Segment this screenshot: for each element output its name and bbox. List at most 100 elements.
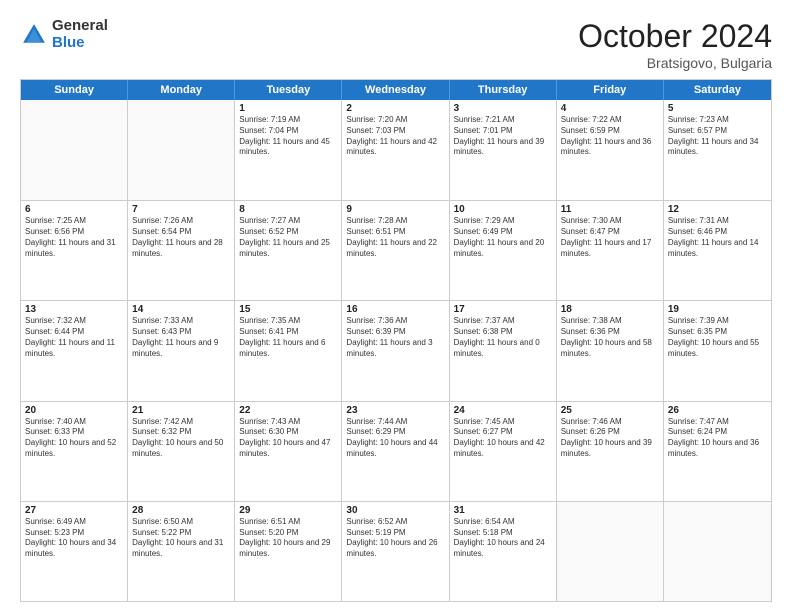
cell-info-r1-c4: Sunrise: 7:29 AM Sunset: 6:49 PM Dayligh…	[454, 216, 552, 259]
month-title: October 2024	[578, 18, 772, 55]
cal-cell-r1-c5: 11Sunrise: 7:30 AM Sunset: 6:47 PM Dayli…	[557, 201, 664, 300]
cell-info-r1-c6: Sunrise: 7:31 AM Sunset: 6:46 PM Dayligh…	[668, 216, 767, 259]
cell-info-r4-c4: Sunrise: 6:54 AM Sunset: 5:18 PM Dayligh…	[454, 517, 552, 560]
day-num-r0-c2: 1	[239, 103, 337, 114]
day-num-r1-c6: 12	[668, 204, 767, 215]
day-num-r4-c1: 28	[132, 505, 230, 516]
cal-cell-r4-c6	[664, 502, 771, 601]
day-num-r2-c1: 14	[132, 304, 230, 315]
title-block: October 2024 Bratsigovo, Bulgaria	[578, 18, 772, 71]
calendar: Sunday Monday Tuesday Wednesday Thursday…	[20, 79, 772, 602]
cell-info-r4-c3: Sunrise: 6:52 AM Sunset: 5:19 PM Dayligh…	[346, 517, 444, 560]
cal-cell-r4-c4: 31Sunrise: 6:54 AM Sunset: 5:18 PM Dayli…	[450, 502, 557, 601]
day-num-r4-c2: 29	[239, 505, 337, 516]
weekday-tuesday: Tuesday	[235, 80, 342, 100]
cell-info-r0-c2: Sunrise: 7:19 AM Sunset: 7:04 PM Dayligh…	[239, 115, 337, 158]
cell-info-r3-c0: Sunrise: 7:40 AM Sunset: 6:33 PM Dayligh…	[25, 417, 123, 460]
cell-info-r3-c3: Sunrise: 7:44 AM Sunset: 6:29 PM Dayligh…	[346, 417, 444, 460]
cal-cell-r2-c3: 16Sunrise: 7:36 AM Sunset: 6:39 PM Dayli…	[342, 301, 449, 400]
day-num-r0-c5: 4	[561, 103, 659, 114]
cell-info-r1-c3: Sunrise: 7:28 AM Sunset: 6:51 PM Dayligh…	[346, 216, 444, 259]
cal-row-4: 27Sunrise: 6:49 AM Sunset: 5:23 PM Dayli…	[21, 501, 771, 601]
cal-cell-r4-c1: 28Sunrise: 6:50 AM Sunset: 5:22 PM Dayli…	[128, 502, 235, 601]
day-num-r2-c4: 17	[454, 304, 552, 315]
cal-cell-r0-c4: 3Sunrise: 7:21 AM Sunset: 7:01 PM Daylig…	[450, 100, 557, 200]
logo-text: General Blue	[52, 18, 108, 51]
cal-cell-r3-c6: 26Sunrise: 7:47 AM Sunset: 6:24 PM Dayli…	[664, 402, 771, 501]
cell-info-r3-c2: Sunrise: 7:43 AM Sunset: 6:30 PM Dayligh…	[239, 417, 337, 460]
day-num-r1-c0: 6	[25, 204, 123, 215]
cal-cell-r0-c6: 5Sunrise: 7:23 AM Sunset: 6:57 PM Daylig…	[664, 100, 771, 200]
cal-cell-r4-c3: 30Sunrise: 6:52 AM Sunset: 5:19 PM Dayli…	[342, 502, 449, 601]
weekday-friday: Friday	[557, 80, 664, 100]
weekday-sunday: Sunday	[21, 80, 128, 100]
cal-cell-r1-c3: 9Sunrise: 7:28 AM Sunset: 6:51 PM Daylig…	[342, 201, 449, 300]
cal-cell-r4-c2: 29Sunrise: 6:51 AM Sunset: 5:20 PM Dayli…	[235, 502, 342, 601]
day-num-r4-c4: 31	[454, 505, 552, 516]
cal-cell-r0-c1	[128, 100, 235, 200]
logo-general: General	[52, 17, 108, 34]
cal-cell-r2-c0: 13Sunrise: 7:32 AM Sunset: 6:44 PM Dayli…	[21, 301, 128, 400]
cal-cell-r2-c2: 15Sunrise: 7:35 AM Sunset: 6:41 PM Dayli…	[235, 301, 342, 400]
cell-info-r1-c2: Sunrise: 7:27 AM Sunset: 6:52 PM Dayligh…	[239, 216, 337, 259]
cell-info-r2-c4: Sunrise: 7:37 AM Sunset: 6:38 PM Dayligh…	[454, 316, 552, 359]
cal-cell-r3-c0: 20Sunrise: 7:40 AM Sunset: 6:33 PM Dayli…	[21, 402, 128, 501]
cell-info-r2-c5: Sunrise: 7:38 AM Sunset: 6:36 PM Dayligh…	[561, 316, 659, 359]
day-num-r0-c4: 3	[454, 103, 552, 114]
cell-info-r0-c4: Sunrise: 7:21 AM Sunset: 7:01 PM Dayligh…	[454, 115, 552, 158]
calendar-body: 1Sunrise: 7:19 AM Sunset: 7:04 PM Daylig…	[21, 100, 771, 601]
cal-cell-r1-c0: 6Sunrise: 7:25 AM Sunset: 6:56 PM Daylig…	[21, 201, 128, 300]
cell-info-r1-c1: Sunrise: 7:26 AM Sunset: 6:54 PM Dayligh…	[132, 216, 230, 259]
day-num-r4-c0: 27	[25, 505, 123, 516]
cal-cell-r4-c0: 27Sunrise: 6:49 AM Sunset: 5:23 PM Dayli…	[21, 502, 128, 601]
calendar-header: Sunday Monday Tuesday Wednesday Thursday…	[21, 80, 771, 100]
day-num-r3-c6: 26	[668, 405, 767, 416]
cell-info-r1-c5: Sunrise: 7:30 AM Sunset: 6:47 PM Dayligh…	[561, 216, 659, 259]
cell-info-r4-c1: Sunrise: 6:50 AM Sunset: 5:22 PM Dayligh…	[132, 517, 230, 560]
day-num-r2-c2: 15	[239, 304, 337, 315]
day-num-r2-c0: 13	[25, 304, 123, 315]
day-num-r3-c4: 24	[454, 405, 552, 416]
cal-cell-r2-c5: 18Sunrise: 7:38 AM Sunset: 6:36 PM Dayli…	[557, 301, 664, 400]
day-num-r3-c2: 22	[239, 405, 337, 416]
cell-info-r0-c5: Sunrise: 7:22 AM Sunset: 6:59 PM Dayligh…	[561, 115, 659, 158]
cell-info-r3-c6: Sunrise: 7:47 AM Sunset: 6:24 PM Dayligh…	[668, 417, 767, 460]
cal-cell-r0-c3: 2Sunrise: 7:20 AM Sunset: 7:03 PM Daylig…	[342, 100, 449, 200]
day-num-r3-c0: 20	[25, 405, 123, 416]
cal-cell-r3-c2: 22Sunrise: 7:43 AM Sunset: 6:30 PM Dayli…	[235, 402, 342, 501]
cal-cell-r0-c2: 1Sunrise: 7:19 AM Sunset: 7:04 PM Daylig…	[235, 100, 342, 200]
day-num-r0-c6: 5	[668, 103, 767, 114]
cell-info-r1-c0: Sunrise: 7:25 AM Sunset: 6:56 PM Dayligh…	[25, 216, 123, 259]
cell-info-r2-c0: Sunrise: 7:32 AM Sunset: 6:44 PM Dayligh…	[25, 316, 123, 359]
day-num-r2-c6: 19	[668, 304, 767, 315]
cal-cell-r3-c5: 25Sunrise: 7:46 AM Sunset: 6:26 PM Dayli…	[557, 402, 664, 501]
logo: General Blue	[20, 18, 108, 51]
cal-cell-r1-c6: 12Sunrise: 7:31 AM Sunset: 6:46 PM Dayli…	[664, 201, 771, 300]
cal-cell-r0-c5: 4Sunrise: 7:22 AM Sunset: 6:59 PM Daylig…	[557, 100, 664, 200]
day-num-r3-c3: 23	[346, 405, 444, 416]
day-num-r1-c2: 8	[239, 204, 337, 215]
logo-blue: Blue	[52, 34, 85, 51]
cal-cell-r1-c4: 10Sunrise: 7:29 AM Sunset: 6:49 PM Dayli…	[450, 201, 557, 300]
cal-cell-r2-c4: 17Sunrise: 7:37 AM Sunset: 6:38 PM Dayli…	[450, 301, 557, 400]
cal-row-0: 1Sunrise: 7:19 AM Sunset: 7:04 PM Daylig…	[21, 100, 771, 200]
cal-row-1: 6Sunrise: 7:25 AM Sunset: 6:56 PM Daylig…	[21, 200, 771, 300]
cal-cell-r1-c2: 8Sunrise: 7:27 AM Sunset: 6:52 PM Daylig…	[235, 201, 342, 300]
cell-info-r2-c2: Sunrise: 7:35 AM Sunset: 6:41 PM Dayligh…	[239, 316, 337, 359]
cell-info-r3-c5: Sunrise: 7:46 AM Sunset: 6:26 PM Dayligh…	[561, 417, 659, 460]
cell-info-r4-c2: Sunrise: 6:51 AM Sunset: 5:20 PM Dayligh…	[239, 517, 337, 560]
cell-info-r3-c1: Sunrise: 7:42 AM Sunset: 6:32 PM Dayligh…	[132, 417, 230, 460]
page: General Blue October 2024 Bratsigovo, Bu…	[0, 0, 792, 612]
cell-info-r2-c3: Sunrise: 7:36 AM Sunset: 6:39 PM Dayligh…	[346, 316, 444, 359]
day-num-r2-c3: 16	[346, 304, 444, 315]
cal-cell-r3-c4: 24Sunrise: 7:45 AM Sunset: 6:27 PM Dayli…	[450, 402, 557, 501]
cal-cell-r1-c1: 7Sunrise: 7:26 AM Sunset: 6:54 PM Daylig…	[128, 201, 235, 300]
day-num-r3-c5: 25	[561, 405, 659, 416]
day-num-r1-c5: 11	[561, 204, 659, 215]
cal-cell-r3-c3: 23Sunrise: 7:44 AM Sunset: 6:29 PM Dayli…	[342, 402, 449, 501]
day-num-r4-c3: 30	[346, 505, 444, 516]
cell-info-r0-c6: Sunrise: 7:23 AM Sunset: 6:57 PM Dayligh…	[668, 115, 767, 158]
weekday-wednesday: Wednesday	[342, 80, 449, 100]
logo-icon	[20, 21, 48, 49]
location: Bratsigovo, Bulgaria	[578, 55, 772, 71]
